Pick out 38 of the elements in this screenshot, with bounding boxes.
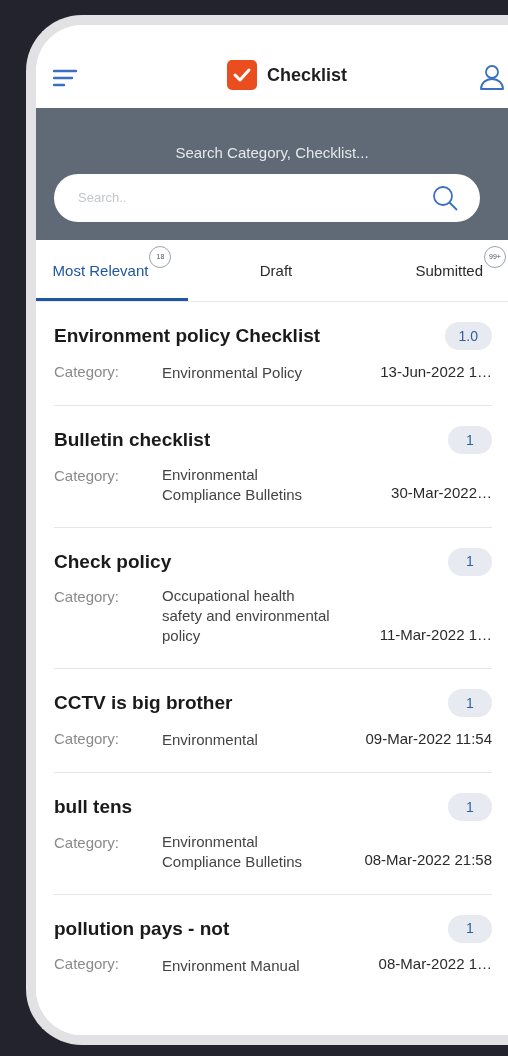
- menu-icon[interactable]: [53, 69, 77, 87]
- search-icon[interactable]: [432, 184, 458, 211]
- category-label: Category:: [54, 728, 121, 749]
- version-badge: 1: [448, 689, 492, 718]
- date-text: 13-Jun-2022 1…: [380, 361, 492, 382]
- category-value: Environment Manual: [162, 955, 301, 976]
- search-caption: Search Category, Checklist...: [175, 143, 369, 163]
- date-text: 30-Mar-2022…: [391, 483, 492, 503]
- app-title: Checklist: [266, 63, 347, 87]
- version-badge: 1: [448, 547, 492, 576]
- version-badge: 1.0: [444, 322, 492, 351]
- date-text: 08-Mar-2022 1…: [378, 954, 492, 974]
- checklist-title[interactable]: bull tens: [54, 793, 133, 822]
- version-badge: 1: [448, 426, 492, 455]
- date-text: 09-Mar-2022 11:54: [365, 728, 492, 749]
- category-label: Category:: [54, 954, 121, 974]
- category-value: Environmental Policy: [162, 363, 304, 383]
- user-profile-icon[interactable]: [479, 64, 505, 90]
- category-label: Category:: [54, 361, 121, 382]
- category-label: Category:: [54, 465, 121, 486]
- version-badge: 1: [448, 914, 492, 943]
- checkmark-logo-icon: [226, 60, 257, 90]
- category-value: Occupational health safety and environmental policy: [162, 586, 330, 646]
- date-text: 08-Mar-2022 21:58: [364, 850, 492, 870]
- category-value: Environmental Compliance Bulletins: [162, 831, 304, 872]
- tab[interactable]: Draft: [188, 240, 364, 301]
- search-field[interactable]: Search..: [54, 173, 480, 222]
- checklist-title[interactable]: Bulletin checklist: [54, 426, 211, 455]
- date-text: 11-Mar-2022 1…: [379, 624, 492, 645]
- category-value: Environmental: [162, 730, 259, 750]
- category-value: Environmental Compliance Bulletins: [162, 464, 304, 505]
- checklist-title[interactable]: pollution pays - not: [54, 914, 230, 943]
- category-label: Category:: [54, 587, 121, 607]
- category-label: Category:: [54, 832, 121, 853]
- checklist-title[interactable]: CCTV is big brother: [54, 689, 233, 718]
- version-badge: 1: [448, 793, 492, 822]
- checklist-title[interactable]: Environment policy Checklist: [54, 322, 321, 351]
- checklist-title[interactable]: Check policy: [54, 547, 172, 576]
